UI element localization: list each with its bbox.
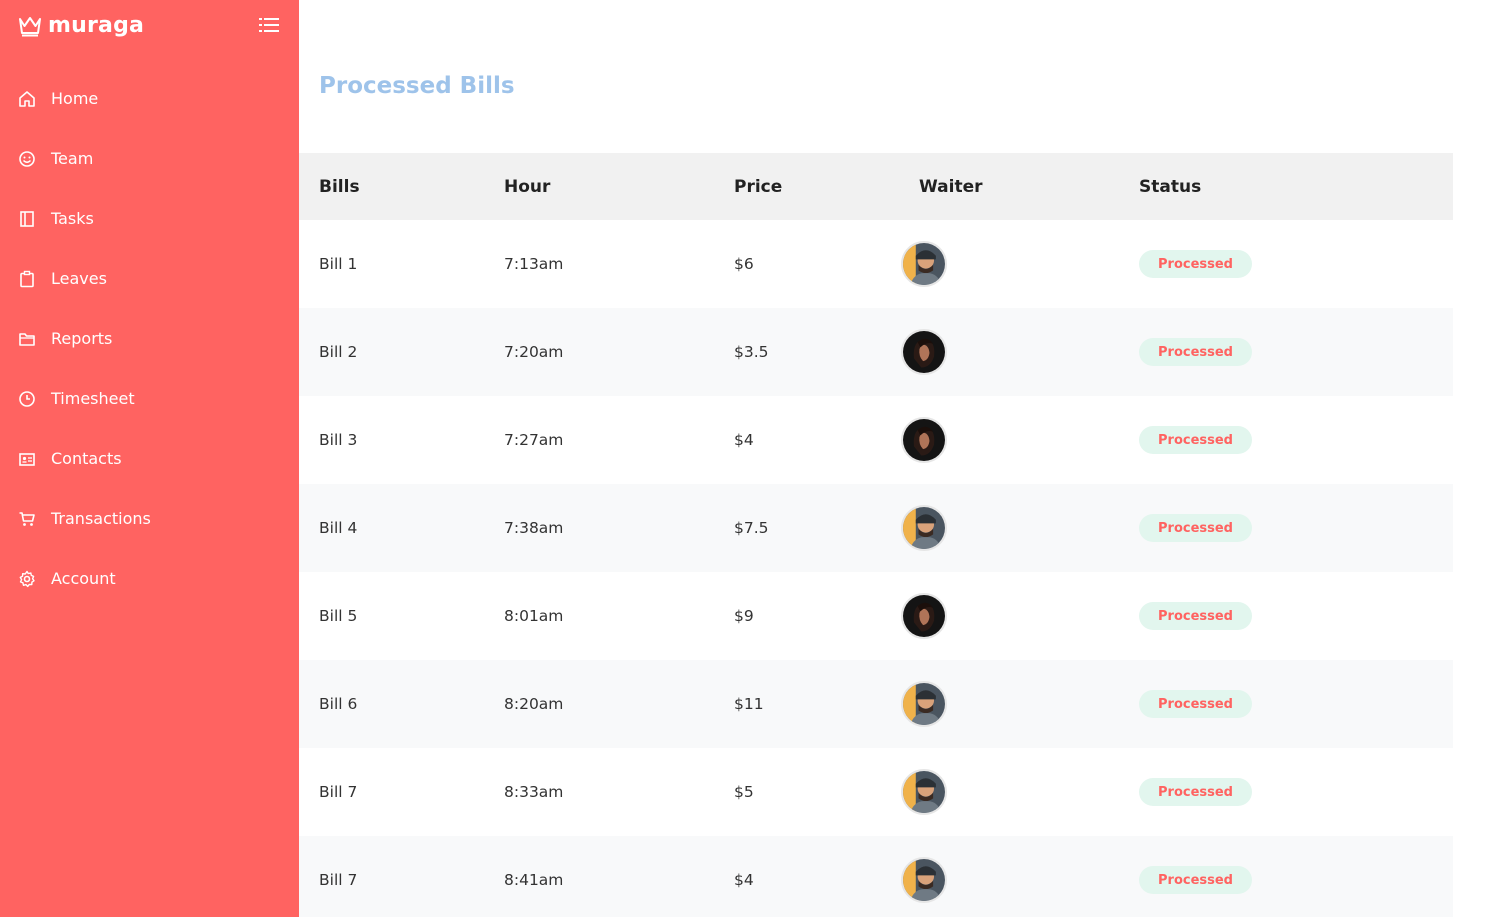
status-badge: Processed — [1139, 602, 1252, 630]
bill-cell: Bill 2 — [319, 343, 358, 361]
smile-icon — [19, 151, 35, 167]
table-row[interactable]: Bill 7 8:41am $4 Processed — [299, 836, 1453, 917]
waiter-avatar[interactable] — [901, 681, 947, 727]
price-cell: $3.5 — [734, 343, 769, 361]
status-badge: Processed — [1139, 250, 1252, 278]
gear-icon — [19, 570, 35, 588]
sidebar-item-home[interactable]: Home — [0, 69, 299, 129]
sidebar-item-label: Team — [51, 149, 94, 168]
sidebar-item-label: Home — [51, 89, 99, 108]
bill-cell: Bill 7 — [319, 783, 358, 801]
waiter-avatar[interactable] — [901, 857, 947, 903]
column-header-waiter[interactable]: Waiter — [919, 177, 982, 197]
status-badge: Processed — [1139, 690, 1252, 718]
table-row[interactable]: Bill 6 8:20am $11 Processed — [299, 660, 1453, 748]
hour-cell: 7:27am — [504, 431, 564, 449]
price-cell: $6 — [734, 255, 754, 273]
price-cell: $7.5 — [734, 519, 769, 537]
waiter-avatar[interactable] — [901, 505, 947, 551]
bill-cell: Bill 3 — [319, 431, 358, 449]
hour-cell: 7:13am — [504, 255, 564, 273]
sidebar-item-label: Tasks — [51, 209, 94, 228]
menu-list-icon[interactable] — [259, 16, 279, 34]
sidebar-item-label: Contacts — [51, 449, 122, 468]
contact-card-icon — [19, 453, 35, 466]
sidebar-item-contacts[interactable]: Contacts — [0, 429, 299, 489]
crown-icon — [19, 17, 41, 37]
sidebar-item-label: Reports — [51, 329, 113, 348]
column-header-bills[interactable]: Bills — [319, 177, 360, 197]
home-icon — [19, 91, 35, 107]
bills-table: Bills Hour Price Waiter Status Bill 1 7:1… — [299, 153, 1453, 917]
bill-cell: Bill 6 — [319, 695, 358, 713]
sidebar-item-team[interactable]: Team — [0, 129, 299, 189]
brand-logo[interactable]: muraga — [18, 11, 144, 41]
status-badge: Processed — [1139, 338, 1252, 366]
sidebar-item-reports[interactable]: Reports — [0, 309, 299, 369]
hour-cell: 8:33am — [504, 783, 564, 801]
sidebar-item-label: Account — [51, 569, 116, 588]
column-header-price[interactable]: Price — [734, 177, 782, 197]
table-row[interactable]: Bill 3 7:27am $4 Processed — [299, 396, 1453, 484]
table-body: Bill 1 7:13am $6 Processed Bill 2 7:20am $3.5 P… — [299, 220, 1453, 917]
sidebar-item-label: Transactions — [51, 509, 151, 528]
column-header-hour[interactable]: Hour — [504, 177, 550, 197]
table-row[interactable]: Bill 2 7:20am $3.5 Processed — [299, 308, 1453, 396]
hour-cell: 8:20am — [504, 695, 564, 713]
waiter-avatar[interactable] — [901, 417, 947, 463]
price-cell: $4 — [734, 871, 754, 889]
bill-cell: Bill 4 — [319, 519, 358, 537]
sidebar-item-timesheet[interactable]: Timesheet — [0, 369, 299, 429]
table-row[interactable]: Bill 4 7:38am $7.5 Processed — [299, 484, 1453, 572]
status-badge: Processed — [1139, 778, 1252, 806]
sidebar-item-label: Timesheet — [51, 389, 135, 408]
column-header-status[interactable]: Status — [1139, 177, 1201, 197]
waiter-avatar[interactable] — [901, 769, 947, 815]
bill-cell: Bill 7 — [319, 871, 358, 889]
cart-icon — [19, 512, 35, 526]
hour-cell: 7:38am — [504, 519, 564, 537]
hour-cell: 8:01am — [504, 607, 564, 625]
notebook-icon — [20, 211, 34, 227]
table-row[interactable]: Bill 7 8:33am $5 Processed — [299, 748, 1453, 836]
clipboard-icon — [20, 270, 34, 288]
hour-cell: 7:20am — [504, 343, 564, 361]
waiter-avatar[interactable] — [901, 329, 947, 375]
sidebar-item-leaves[interactable]: Leaves — [0, 249, 299, 309]
price-cell: $9 — [734, 607, 754, 625]
price-cell: $4 — [734, 431, 754, 449]
waiter-avatar[interactable] — [901, 593, 947, 639]
bill-cell: Bill 1 — [319, 255, 358, 273]
status-badge: Processed — [1139, 426, 1252, 454]
bill-cell: Bill 5 — [319, 607, 358, 625]
brand-name: muraga — [48, 13, 145, 38]
status-badge: Processed — [1139, 514, 1252, 542]
sidebar-item-tasks[interactable]: Tasks — [0, 189, 299, 249]
sidebar-item-account[interactable]: Account — [0, 549, 299, 609]
clock-icon — [19, 391, 35, 407]
waiter-avatar[interactable] — [901, 241, 947, 287]
sidebar-nav: Home Team Tasks Leaves Reports Timesheet… — [0, 69, 299, 609]
sidebar-item-transactions[interactable]: Transactions — [0, 489, 299, 549]
sidebar: muraga Home Team Tasks Leaves Reports Ti… — [0, 0, 299, 917]
status-badge: Processed — [1139, 866, 1252, 894]
price-cell: $5 — [734, 783, 754, 801]
table-row[interactable]: Bill 1 7:13am $6 Processed — [299, 220, 1453, 308]
table-header: Bills Hour Price Waiter Status — [299, 153, 1453, 220]
sidebar-item-label: Leaves — [51, 269, 107, 288]
page-title: Processed Bills — [319, 73, 515, 99]
price-cell: $11 — [734, 695, 764, 713]
folder-icon — [19, 333, 35, 346]
hour-cell: 8:41am — [504, 871, 564, 889]
table-row[interactable]: Bill 5 8:01am $9 Processed — [299, 572, 1453, 660]
